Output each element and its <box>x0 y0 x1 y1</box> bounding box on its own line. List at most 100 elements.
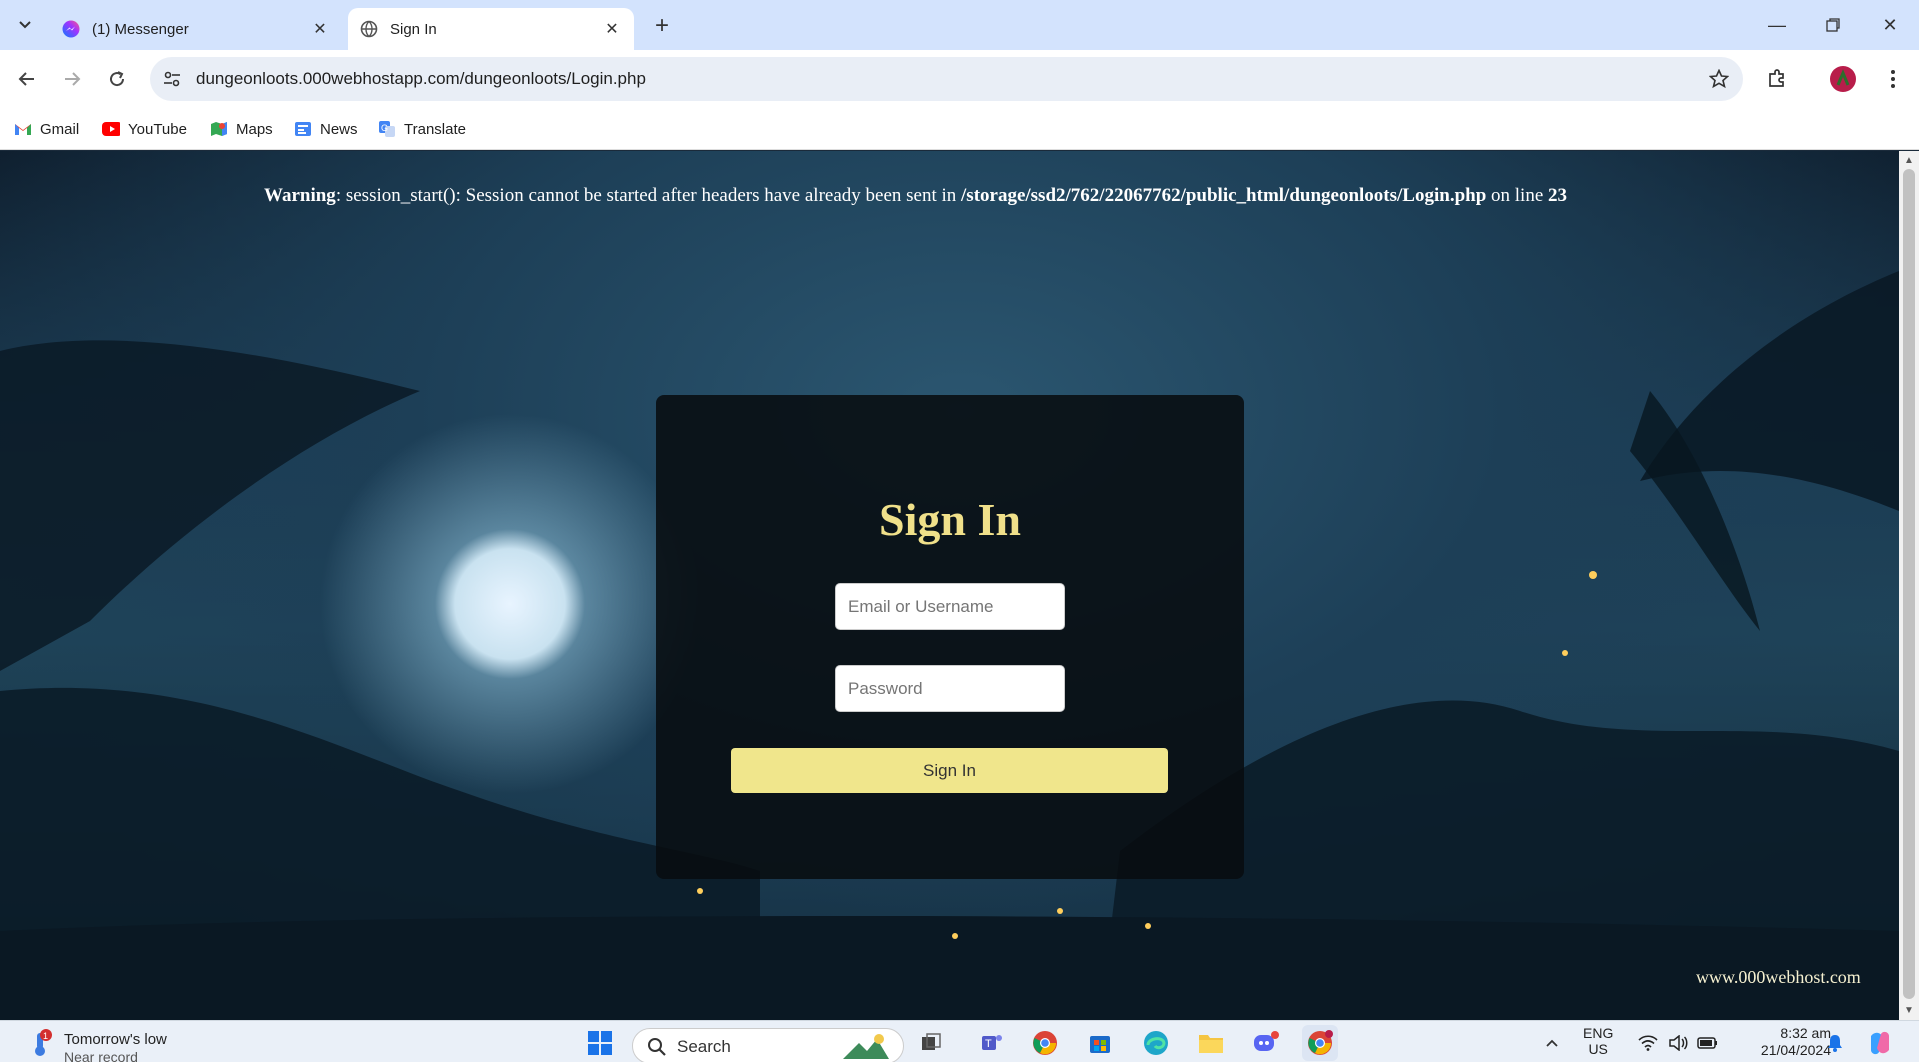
news-icon <box>294 120 312 138</box>
region-code: US <box>1588 1041 1608 1057</box>
maps-icon <box>210 120 228 138</box>
tab-messenger[interactable]: (1) Messenger ✕ <box>50 8 342 50</box>
bookmark-label: Translate <box>404 120 466 138</box>
bookmarks-bar: Gmail YouTube Maps News G Translate <box>0 108 1919 150</box>
landscape-icon <box>843 1034 889 1059</box>
language-code: ENG <box>1583 1025 1614 1041</box>
password-input[interactable] <box>835 665 1065 712</box>
bookmark-star-icon[interactable] <box>1707 67 1731 91</box>
chevron-down-icon <box>19 21 31 29</box>
task-view-icon <box>922 1033 941 1050</box>
restore-button[interactable] <box>1813 10 1853 40</box>
file-explorer-button[interactable] <box>1193 1025 1229 1061</box>
tab-bar: (1) Messenger ✕ Sign In ✕ + — ✕ <box>0 0 1919 50</box>
messenger-icon <box>62 20 80 38</box>
bookmark-gmail[interactable]: Gmail <box>14 116 79 142</box>
weather-widget[interactable]: 1 Tomorrow's low Near record <box>24 1025 184 1062</box>
bookmark-label: Maps <box>236 120 273 138</box>
reload-icon <box>110 71 125 87</box>
task-view-button[interactable] <box>913 1025 949 1061</box>
address-bar[interactable]: dungeonloots.000webhostapp.com/dungeonlo… <box>150 57 1743 101</box>
login-title: Sign In <box>879 494 1021 545</box>
windows-taskbar: 1 Tomorrow's low Near record Search T EN… <box>0 1020 1919 1062</box>
folder-icon <box>1199 1035 1223 1053</box>
login-form: Sign In Sign In <box>656 395 1244 879</box>
weather-title: Tomorrow's low <box>64 1031 167 1048</box>
extensions-button[interactable] <box>1760 62 1794 96</box>
more-vertical-icon <box>1891 70 1895 88</box>
search-label: Search <box>677 1037 731 1056</box>
battery-icon[interactable] <box>1690 1025 1726 1061</box>
forward-button[interactable] <box>55 62 89 96</box>
translate-icon: G <box>378 120 396 138</box>
close-tab-icon[interactable]: ✕ <box>602 19 622 39</box>
discord-button[interactable] <box>1248 1025 1284 1061</box>
store-icon <box>1090 1036 1110 1053</box>
warning-line-number: 23 <box>1548 185 1568 206</box>
scroll-down-icon[interactable]: ▼ <box>1903 1004 1915 1016</box>
tab-sign-in[interactable]: Sign In ✕ <box>348 8 634 50</box>
back-arrow-icon <box>18 72 34 86</box>
host-watermark: www.000webhost.com <box>1696 967 1861 987</box>
chevron-up-icon <box>1546 1039 1558 1047</box>
tab-search-button[interactable] <box>10 10 40 40</box>
tab-title: (1) Messenger <box>92 20 189 38</box>
back-button[interactable] <box>10 62 44 96</box>
site-info-icon[interactable] <box>160 67 184 91</box>
warning-text: : session_start(): Session cannot be sta… <box>335 185 962 206</box>
minimize-button[interactable]: — <box>1757 10 1797 40</box>
menu-button[interactable] <box>1876 62 1910 96</box>
profile-avatar[interactable] <box>1826 62 1860 96</box>
bookmark-news[interactable]: News <box>294 116 358 142</box>
warning-path: /storage/ssd2/762/22067762/public_html/d… <box>961 185 1487 206</box>
store-button[interactable] <box>1082 1025 1118 1061</box>
thermometer-icon: 1 <box>35 1029 52 1056</box>
start-button[interactable] <box>582 1025 618 1061</box>
reload-button[interactable] <box>100 62 134 96</box>
email-username-input[interactable] <box>835 583 1065 630</box>
chrome-icon <box>1033 1031 1057 1055</box>
bookmark-label: Gmail <box>40 120 80 138</box>
warning-on-line: on line <box>1486 185 1549 206</box>
scroll-up-icon[interactable]: ▲ <box>1903 154 1915 166</box>
windows-logo-icon <box>588 1031 612 1055</box>
edge-button[interactable] <box>1138 1025 1174 1061</box>
teams-icon: T <box>982 1035 1002 1050</box>
bookmark-translate[interactable]: G Translate <box>378 116 466 142</box>
copilot-icon[interactable] <box>1862 1025 1898 1061</box>
teams-button[interactable]: T <box>974 1025 1010 1061</box>
warning-label: Warning <box>264 185 336 206</box>
restore-icon <box>1826 18 1840 32</box>
youtube-icon <box>102 120 120 138</box>
svg-text:T: T <box>985 1038 992 1050</box>
tab-title: Sign In <box>390 20 437 38</box>
globe-icon <box>360 20 378 38</box>
svg-text:G: G <box>381 123 388 133</box>
gmail-icon <box>14 120 32 138</box>
bookmark-label: YouTube <box>128 120 187 138</box>
chrome-profile-button[interactable] <box>1302 1025 1338 1061</box>
forward-arrow-icon <box>65 72 81 86</box>
discord-icon <box>1254 1031 1279 1051</box>
scrollbar-thumb[interactable] <box>1903 169 1915 999</box>
sign-in-button[interactable]: Sign In <box>731 748 1168 793</box>
close-window-button[interactable]: ✕ <box>1870 10 1910 40</box>
url-text[interactable]: dungeonloots.000webhostapp.com/dungeonlo… <box>196 69 646 89</box>
php-warning-message: Warning: session_start(): Session cannot… <box>264 185 1567 207</box>
weather-subtitle: Near record <box>64 1049 138 1062</box>
close-tab-icon[interactable]: ✕ <box>310 19 330 39</box>
bookmark-maps[interactable]: Maps <box>210 116 273 142</box>
chrome-button[interactable] <box>1027 1025 1063 1061</box>
weather-badge: 1 <box>43 1031 48 1041</box>
notification-bell-icon[interactable] <box>1817 1025 1853 1061</box>
show-hidden-icons-button[interactable] <box>1534 1025 1570 1061</box>
page-scrollbar[interactable]: ▲ ▼ <box>1899 151 1919 1020</box>
taskbar-search[interactable]: Search <box>632 1028 904 1062</box>
chrome-icon <box>1308 1030 1333 1055</box>
new-tab-button[interactable]: + <box>648 12 676 40</box>
edge-icon <box>1144 1031 1168 1055</box>
language-indicator[interactable]: ENG US <box>1583 1025 1613 1057</box>
bookmark-youtube[interactable]: YouTube <box>102 116 187 142</box>
bookmark-label: News <box>320 120 358 138</box>
search-icon <box>648 1038 666 1056</box>
